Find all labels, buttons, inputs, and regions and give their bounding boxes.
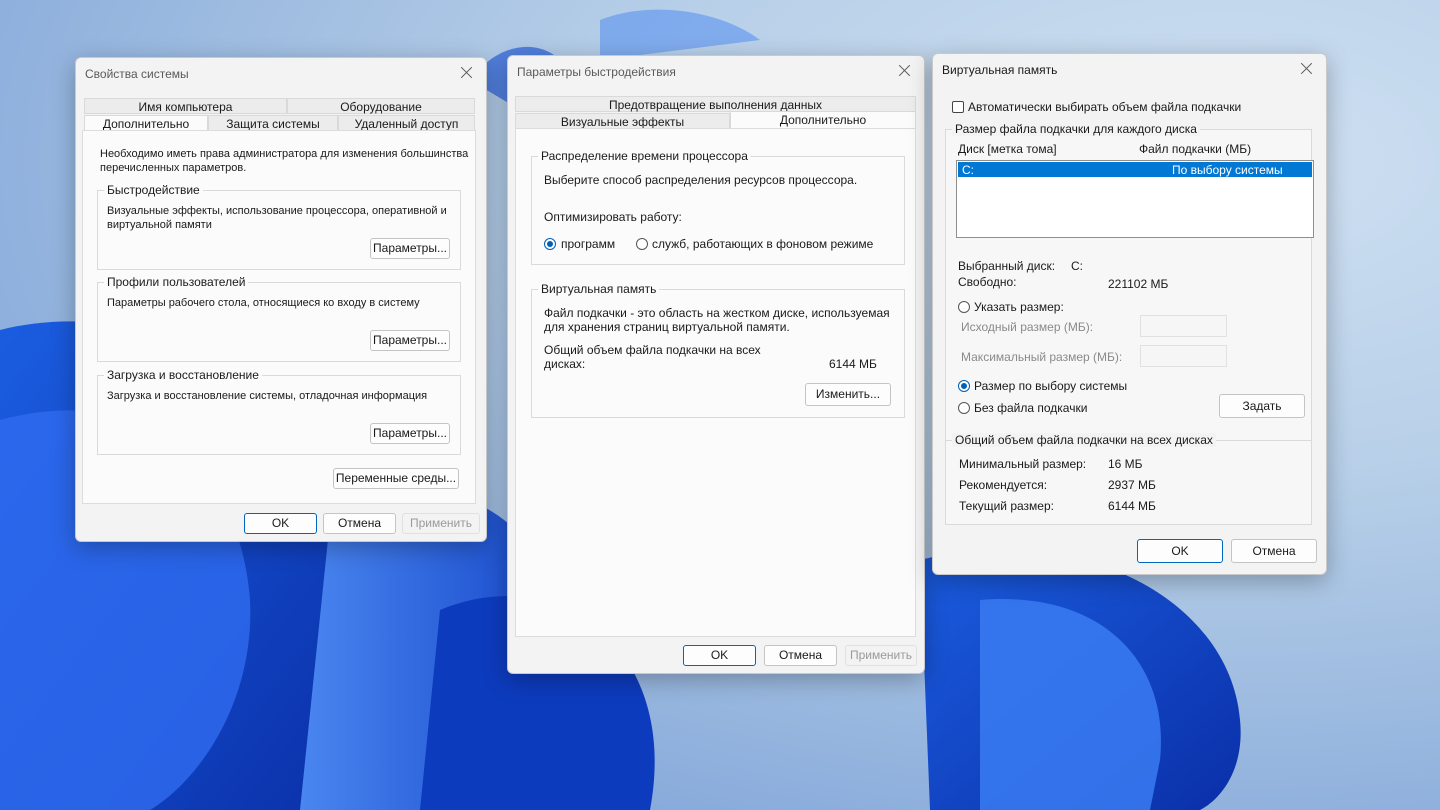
group-title: Загрузка и восстановление (104, 368, 262, 382)
current-size-label: Текущий размер: (959, 499, 1054, 513)
group-description: Загрузка и восстановление системы, отлад… (107, 390, 428, 402)
user-profiles-settings-button[interactable]: Параметры... (370, 330, 450, 351)
close-icon[interactable] (896, 62, 914, 80)
virtual-memory-window: Виртуальная память Автоматически выбират… (932, 53, 1327, 575)
list-item[interactable]: C: По выбору системы (958, 162, 1312, 177)
user-profiles-group: Профили пользователей Параметры рабочего… (97, 275, 461, 362)
column-pagefile-size: Файл подкачки (МБ) (1139, 142, 1252, 156)
performance-settings-button[interactable]: Параметры... (370, 238, 450, 259)
startup-recovery-settings-button[interactable]: Параметры... (370, 423, 450, 444)
window-title: Параметры быстродействия (517, 65, 676, 79)
optimize-label: Оптимизировать работу: (544, 210, 682, 224)
auto-manage-label[interactable]: Автоматически выбирать объем файла подка… (968, 100, 1241, 114)
group-title: Распределение времени процессора (538, 149, 751, 163)
drive-list[interactable]: C: По выбору системы (956, 160, 1314, 238)
group-title: Размер файла подкачки для каждого диска (952, 122, 1200, 136)
apply-button[interactable]: Применить (845, 645, 917, 666)
startup-recovery-group: Загрузка и восстановление Загрузка и вос… (97, 368, 461, 455)
title-bar[interactable]: Параметры быстродействия (508, 56, 924, 86)
group-description: Визуальные эффекты, использование процес… (107, 205, 447, 231)
title-bar[interactable]: Свойства системы (76, 58, 486, 88)
tab-hardware[interactable]: Оборудование (287, 98, 475, 114)
drive-letter: C: (962, 163, 974, 177)
custom-size-label[interactable]: Указать размер: (974, 300, 1064, 314)
drive-pagefile-size: По выбору системы (1172, 163, 1283, 177)
system-managed-label[interactable]: Размер по выбору системы (974, 379, 1127, 393)
group-title: Профили пользователей (104, 275, 249, 289)
tab-page-advanced: Необходимо иметь права администратора дл… (82, 130, 476, 504)
recommended-label: Рекомендуется: (959, 478, 1048, 492)
tab-advanced[interactable]: Дополнительно (730, 111, 916, 129)
selected-drive-value: C: (1071, 259, 1083, 273)
cancel-button[interactable]: Отмена (1231, 539, 1317, 563)
tab-advanced[interactable]: Дополнительно (84, 115, 208, 131)
apply-button[interactable]: Применить (402, 513, 480, 534)
initial-size-label: Исходный размер (МБ): (961, 320, 1094, 334)
services-label[interactable]: служб, работающих в фоновом режиме (652, 237, 873, 251)
programs-label[interactable]: программ (561, 237, 615, 251)
total-pagefile-label: Общий объем файла подкачки на всех диска… (544, 343, 761, 371)
current-size-value: 6144 МБ (1108, 499, 1156, 513)
total-pagefile-value: 6144 МБ (829, 357, 877, 371)
group-title: Виртуальная память (538, 282, 660, 296)
ok-button[interactable]: OK (1137, 539, 1223, 563)
free-space-label: Свободно: (958, 275, 1017, 289)
admin-note: Необходимо иметь права администратора дл… (100, 148, 469, 174)
tab-computer-name[interactable]: Имя компьютера (84, 98, 287, 114)
cpu-scheduling-group: Распределение времени процессора Выберит… (531, 149, 905, 265)
minimum-size-value: 16 МБ (1108, 457, 1143, 471)
ok-button[interactable]: OK (244, 513, 317, 534)
no-pagefile-radio[interactable] (958, 402, 970, 414)
cpu-description: Выберите способ распределения ресурсов п… (544, 173, 858, 187)
close-icon[interactable] (458, 64, 476, 82)
change-button[interactable]: Изменить... (805, 383, 891, 406)
virtual-memory-group: Виртуальная память Файл подкачки - это о… (531, 282, 905, 418)
minimum-size-label: Минимальный размер: (959, 457, 1087, 471)
tab-page-advanced: Распределение времени процессора Выберит… (515, 128, 916, 637)
tab-visual-effects[interactable]: Визуальные эффекты (515, 113, 730, 129)
column-disk: Диск [метка тома] (958, 142, 1057, 156)
set-button[interactable]: Задать (1219, 394, 1305, 418)
group-title: Общий объем файла подкачки на всех диска… (952, 433, 1216, 447)
close-icon[interactable] (1298, 60, 1316, 78)
tab-remote[interactable]: Удаленный доступ (338, 115, 475, 131)
window-title: Свойства системы (85, 67, 189, 81)
system-properties-window: Свойства системы Имя компьютера Оборудов… (75, 57, 487, 542)
cancel-button[interactable]: Отмена (323, 513, 396, 534)
per-disk-group: Размер файла подкачки для каждого диска … (945, 122, 1314, 481)
system-managed-radio[interactable] (958, 380, 970, 392)
max-size-label: Максимальный размер (МБ): (961, 350, 1123, 364)
window-title: Виртуальная память (942, 63, 1058, 77)
total-pagefile-group: Общий объем файла подкачки на всех диска… (945, 433, 1312, 525)
performance-group: Быстродействие Визуальные эффекты, испол… (97, 183, 461, 270)
max-size-field[interactable] (1140, 345, 1227, 367)
services-radio[interactable] (636, 238, 648, 250)
selected-drive-label: Выбранный диск: (958, 259, 1056, 273)
free-space-value: 221102 МБ (1108, 277, 1169, 291)
no-pagefile-label[interactable]: Без файла подкачки (974, 401, 1087, 415)
cancel-button[interactable]: Отмена (764, 645, 837, 666)
initial-size-field[interactable] (1140, 315, 1227, 337)
tab-dep[interactable]: Предотвращение выполнения данных (515, 96, 916, 112)
tab-system-protection[interactable]: Защита системы (208, 115, 338, 131)
group-description: Параметры рабочего стола, относящиеся ко… (107, 297, 420, 309)
environment-variables-button[interactable]: Переменные среды... (333, 468, 459, 489)
vm-description: Файл подкачки - это область на жестком д… (544, 306, 890, 334)
programs-radio[interactable] (544, 238, 556, 250)
ok-button[interactable]: OK (683, 645, 756, 666)
auto-manage-checkbox[interactable] (952, 101, 964, 113)
custom-size-radio[interactable] (958, 301, 970, 313)
group-title: Быстродействие (104, 183, 203, 197)
title-bar[interactable]: Виртуальная память (933, 54, 1326, 84)
performance-options-window: Параметры быстродействия Предотвращение … (507, 55, 925, 674)
recommended-value: 2937 МБ (1108, 478, 1156, 492)
